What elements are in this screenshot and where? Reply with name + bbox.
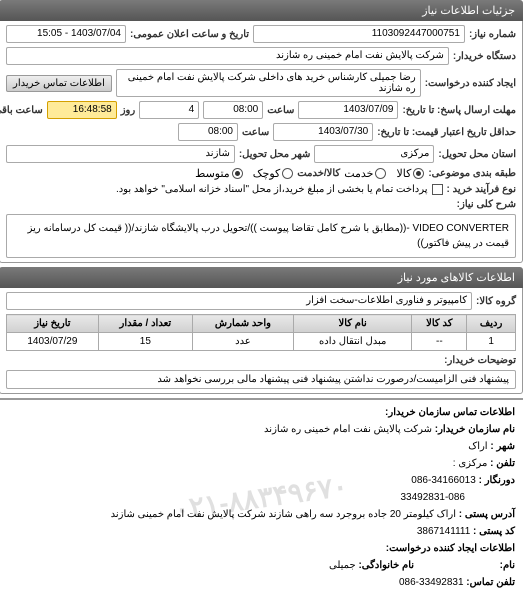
lbl-tel2: تلفن تماس: <box>467 577 516 588</box>
checkbox-pay[interactable] <box>433 184 444 195</box>
lbl-delivery-city: شهر محل تحویل: <box>240 149 312 160</box>
lbl-city: استان محل تحویل: <box>439 149 517 160</box>
val-post: 3867141111 <box>418 526 471 537</box>
val-addr: اراک کیلومتر 20 جاده بروجرد سه راهی شازن… <box>112 509 457 520</box>
contact-section: ۰۲۱-۸۸۳۴۹۶۷۰ اطلاعات تماس سازمان خریدار:… <box>0 398 524 595</box>
radio-med[interactable]: متوسط <box>196 167 244 180</box>
table-row[interactable]: 1 -- مبدل انتقال داده عدد 15 1403/07/29 <box>8 333 517 351</box>
lbl-addr: آدرس پستی : <box>460 509 516 520</box>
radio-goods-label: کالا <box>397 167 412 180</box>
radio-group-size: کوچک متوسط <box>196 167 294 180</box>
lbl-remain: ساعت باقی مانده <box>0 105 44 116</box>
field-province: مرکزی <box>315 145 435 163</box>
field-buyer-org: شرکت پالایش نفت امام خمینی ره شازند <box>7 47 450 65</box>
td-unit: عدد <box>193 333 294 351</box>
lbl-days: روز <box>122 105 137 116</box>
details-body: شماره نیاز: 1103092447000751 تاریخ و ساع… <box>0 21 524 263</box>
lbl-price-valid: حداقل تاریخ اعتبار قیمت: تا تاریخ: <box>378 127 517 138</box>
lbl-buyer-note: توضیحات خریدار: <box>445 355 517 366</box>
lbl-fax: دورنگار : <box>480 475 516 486</box>
radio-goods[interactable]: کالا <box>397 167 425 180</box>
field-deadline-time: 08:00 <box>204 101 264 119</box>
lbl-name: نام: <box>501 560 516 571</box>
lbl-req-no: شماره نیاز: <box>470 29 517 40</box>
lbl-creator: ایجاد کننده درخواست: <box>426 78 517 89</box>
lbl-group: گروه کالا: <box>477 296 517 307</box>
buyer-note: پیشنهاد فنی الزامیست/درصورت نداشتن پیشنه… <box>7 370 517 389</box>
lbl-tel: تلفن : <box>491 458 516 469</box>
radio-service-label: خدمت <box>345 167 374 180</box>
lbl-desc: شرح کلی نیاز: <box>458 199 517 210</box>
lbl-cur: کالا/خدمت <box>298 168 341 179</box>
lbl-post: کد پستی : <box>474 526 516 537</box>
items-table: ردیف کد کالا نام کالا واحد شمارش تعداد /… <box>7 314 517 351</box>
td-name: مبدل انتقال داده <box>294 333 412 351</box>
th-code: کد کالا <box>413 315 468 333</box>
lbl-deadline: مهلت ارسال پاسخ: تا تاریخ: <box>403 105 517 116</box>
val-city: اراک <box>469 441 488 452</box>
field-deadline-date: 1403/07/09 <box>299 101 399 119</box>
field-countdown: 16:48:58 <box>48 101 118 119</box>
radio-med-label: متوسط <box>196 167 231 180</box>
lbl-budget: طبقه بندی موضوعی: <box>429 168 517 179</box>
val-tel: مرکزی : <box>454 458 489 469</box>
radio-dot-icon <box>283 168 294 179</box>
lbl-time1: ساعت <box>268 105 295 116</box>
section-header-items: اطلاعات کالاهای مورد نیاز <box>0 267 524 288</box>
field-group: کامپیوتر و فناوری اطلاعات-سخت افزار <box>7 292 473 310</box>
lbl-buyer-org: دستگاه خریدار: <box>454 51 517 62</box>
val-fax: 34166013-086 <box>412 475 477 486</box>
radio-dot-icon <box>376 168 387 179</box>
radio-service[interactable]: خدمت <box>345 167 387 180</box>
radio-small-label: کوچک <box>254 167 282 180</box>
lbl-org: نام سازمان خریدار: <box>436 424 516 435</box>
lbl-time2: ساعت <box>243 127 270 138</box>
lbl-public-dt: تاریخ و ساعت اعلان عمومی: <box>131 29 250 40</box>
th-qty: تعداد / مقدار <box>99 315 193 333</box>
td-qty: 15 <box>99 333 193 351</box>
lbl-creator-info: اطلاعات ایجاد کننده درخواست: <box>387 543 516 554</box>
field-creator: رضا جمیلی کارشناس خرید های داخلی شرکت پا… <box>117 69 422 97</box>
val-tel2: 33492831-086 <box>400 577 465 588</box>
desc-box: VIDEO CONVERTER -((مطابق با شرح کامل تقا… <box>7 214 517 258</box>
field-price-valid-time: 08:00 <box>179 123 239 141</box>
td-code: -- <box>413 333 468 351</box>
radio-group-type: کالا خدمت <box>345 167 425 180</box>
radio-small[interactable]: کوچک <box>254 167 295 180</box>
th-date: تاریخ نیاز <box>8 315 100 333</box>
td-n: 1 <box>468 333 517 351</box>
field-delivery-city: شازند <box>7 145 236 163</box>
field-public-dt: 1403/07/04 - 15:05 <box>7 25 127 43</box>
val-name-fam: جمیلی <box>330 560 357 571</box>
radio-dot-icon <box>233 168 244 179</box>
chk-pay-label: پرداخت تمام یا بخشی از مبلغ خرید،از محل … <box>117 184 429 195</box>
th-name: نام کالا <box>294 315 412 333</box>
field-days-remain: 4 <box>140 101 200 119</box>
td-date: 1403/07/29 <box>8 333 100 351</box>
btn-buyer-contact[interactable]: اطلاعات تماس خریدار <box>7 75 113 92</box>
th-row: ردیف <box>468 315 517 333</box>
lbl-contact-city: شهر : <box>491 441 516 452</box>
field-req-no: 1103092447000751 <box>254 25 466 43</box>
th-unit: واحد شمارش <box>193 315 294 333</box>
radio-dot-icon <box>414 168 425 179</box>
val-org: شرکت پالایش نفت امام خمینی ره شازند <box>265 424 433 435</box>
items-body: گروه کالا: کامپیوتر و فناوری اطلاعات-سخت… <box>0 288 524 394</box>
field-price-valid-date: 1403/07/30 <box>274 123 374 141</box>
val-fax2: 33492831-086 <box>401 492 466 503</box>
contact-header: اطلاعات تماس سازمان خریدار: <box>386 407 516 418</box>
lbl-name-fam: نام خانوادگی: <box>359 560 415 571</box>
section-header-details: جزئیات اطلاعات نیاز <box>0 0 524 21</box>
lbl-pay-type: نوع فرآیند خرید : <box>448 184 517 195</box>
